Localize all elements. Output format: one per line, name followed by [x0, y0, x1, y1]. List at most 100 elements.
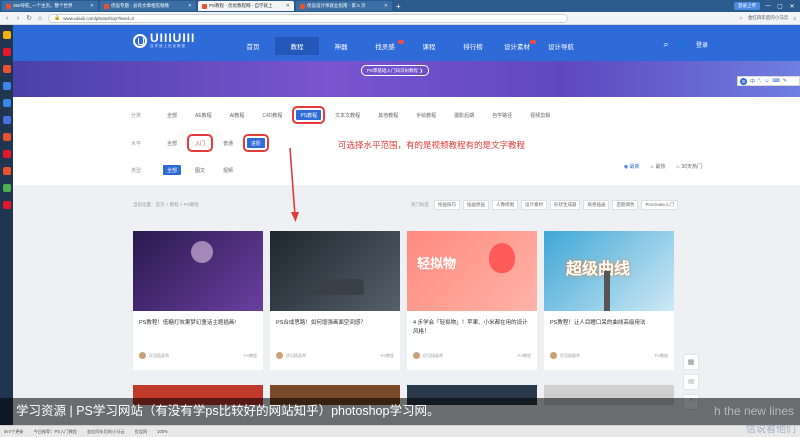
- nav-item[interactable]: 课程: [407, 37, 451, 55]
- weibo-icon[interactable]: [2, 48, 11, 56]
- avatar[interactable]: [413, 352, 420, 359]
- status-item[interactable]: 金红四年后的小马云: [87, 429, 125, 435]
- hot-tag[interactable]: 绘画技巧: [433, 200, 460, 210]
- card-category[interactable]: PS教程: [244, 353, 257, 359]
- category-option[interactable]: 手绘教程: [412, 110, 440, 120]
- news-icon[interactable]: [2, 65, 11, 73]
- browser-tab[interactable]: 优设专题 - 总有文章相见恨晚 ✕: [100, 1, 196, 11]
- ime-logo-icon[interactable]: S: [740, 77, 747, 85]
- category-option[interactable]: 全部: [163, 110, 181, 120]
- card-author[interactable]: 优设插画师: [286, 353, 306, 359]
- shop-icon[interactable]: [2, 150, 11, 158]
- new-tab-button[interactable]: +: [396, 2, 401, 11]
- close-tab-icon[interactable]: ✕: [90, 3, 94, 9]
- browser-tab[interactable]: 优设设计师就业指南 - 第 5 页 ✕: [296, 1, 392, 11]
- nav-item[interactable]: 首页: [231, 37, 275, 55]
- hot-tag[interactable]: 设计素材: [520, 200, 547, 210]
- status-item[interactable]: ⊞ 0个更新: [4, 429, 24, 435]
- browser-tab[interactable]: 360导航_一个主页，整个世界 ✕: [2, 1, 98, 11]
- hot-tag[interactable]: 插画原画: [462, 200, 489, 210]
- search-icon[interactable]: ⌕: [663, 39, 668, 50]
- hot-news-link[interactable]: 金红四年后的小马云: [748, 15, 789, 21]
- card-thumbnail[interactable]: 轻拟物: [407, 231, 537, 311]
- category-option[interactable]: 视频剪辑: [526, 110, 554, 120]
- card-title[interactable]: 4 步学会「轻拟物」！苹果、小米都在用的设计风格！: [413, 319, 531, 337]
- category-option[interactable]: AE教程: [191, 110, 216, 120]
- ime-keyboard-icon[interactable]: ⌨: [773, 78, 780, 84]
- mail-icon[interactable]: [2, 167, 11, 175]
- close-tab-icon[interactable]: ✕: [188, 3, 192, 9]
- qr-code-icon[interactable]: ▦: [683, 354, 699, 370]
- sort-option[interactable]: ♨ 30天热门: [676, 163, 702, 170]
- beginner-course-button[interactable]: PS零基础入门知识树教程 ❯: [361, 65, 430, 76]
- app-icon[interactable]: [2, 99, 11, 107]
- card-thumbnail[interactable]: 超级曲线: [544, 231, 674, 311]
- login-upload-button[interactable]: 登录上传: [734, 2, 760, 10]
- level-option[interactable]: 全部: [163, 138, 181, 148]
- tutorial-card[interactable]: 轻拟物 4 步学会「轻拟物」！苹果、小米都在用的设计风格！ 优设插画师 PS教程: [407, 231, 537, 370]
- favorites-icon[interactable]: [2, 31, 11, 39]
- translate-icon[interactable]: [2, 184, 11, 192]
- video-icon[interactable]: [2, 116, 11, 124]
- minimize-button[interactable]: —: [764, 3, 772, 9]
- type-option[interactable]: 全部: [163, 165, 182, 175]
- tutorial-card[interactable]: PS合成思路！如何增强画面空间感？ 优设插画师 PS教程: [270, 231, 400, 370]
- nav-item[interactable]: 找灵感: [363, 37, 407, 55]
- card-title[interactable]: PS合成思路！如何增强画面空间感？: [276, 319, 394, 328]
- hot-tag[interactable]: Procreate入门: [641, 200, 678, 210]
- forward-icon[interactable]: ›: [15, 15, 21, 22]
- ime-emoji-icon[interactable]: ☺: [764, 78, 769, 84]
- hot-tag[interactable]: 后期调色: [612, 200, 639, 210]
- game-icon[interactable]: [2, 133, 11, 141]
- type-option[interactable]: 图文: [191, 165, 209, 175]
- status-item[interactable]: 100%: [157, 429, 168, 434]
- user-icon[interactable]: 👤: [679, 41, 686, 48]
- avatar[interactable]: [550, 352, 557, 359]
- level-option[interactable]: 普通: [219, 138, 237, 148]
- category-option[interactable]: 摄影后期: [450, 110, 478, 120]
- url-field[interactable]: 🔒 www.uiiiuiii.com/photoshop?level=3: [48, 13, 568, 23]
- hot-tag[interactable]: 形状生成器: [549, 200, 581, 210]
- nav-item[interactable]: 神器: [319, 37, 363, 55]
- level-option[interactable]: 入门: [187, 134, 214, 152]
- close-window-button[interactable]: ✕: [788, 3, 796, 10]
- category-option[interactable]: 文本文教程: [331, 110, 364, 120]
- login-link[interactable]: 登录: [696, 40, 708, 49]
- nav-item[interactable]: 排行榜: [451, 37, 495, 55]
- card-category[interactable]: PS教程: [381, 353, 394, 359]
- category-option[interactable]: PS教程: [292, 106, 326, 124]
- home-icon[interactable]: ⌂: [37, 15, 43, 22]
- card-author[interactable]: 优设插画师: [149, 353, 169, 359]
- breadcrumb[interactable]: 当前位置：首页 > 教程 > PS教程: [133, 202, 199, 208]
- browser-tab-active[interactable]: PS教程 - 优优教程网 - 自学就上 ✕: [198, 1, 294, 11]
- nav-item[interactable]: 教程: [275, 37, 319, 55]
- category-option[interactable]: C4D教程: [258, 110, 286, 120]
- close-tab-icon[interactable]: ✕: [286, 3, 290, 9]
- hot-tag[interactable]: 人像修图: [491, 200, 518, 210]
- card-title[interactable]: PS教程！让人目瞪口呆的曲线高级用法: [550, 319, 668, 328]
- maximize-button[interactable]: ▢: [776, 3, 784, 10]
- sort-option[interactable]: ♨ 最热: [650, 163, 666, 170]
- tools-icon[interactable]: [2, 82, 11, 90]
- card-title[interactable]: PS教程！低糖灯效果梦幻童话主题插画!: [139, 319, 257, 328]
- close-tab-icon[interactable]: ✕: [384, 3, 388, 9]
- menu-icon[interactable]: ≡: [793, 16, 796, 21]
- nav-item[interactable]: 设计素材: [495, 37, 539, 55]
- card-author[interactable]: 优设插画师: [560, 353, 580, 359]
- category-option[interactable]: AI教程: [226, 110, 249, 120]
- status-item[interactable]: 优设网: [135, 429, 148, 435]
- card-author[interactable]: 优设插画师: [423, 353, 443, 359]
- nav-item[interactable]: 设计导航: [539, 37, 583, 55]
- tutorial-card[interactable]: PS教程！低糖灯效果梦幻童话主题插画! 优设插画师 PS教程: [133, 231, 263, 370]
- ime-handwrite-icon[interactable]: ✎: [783, 78, 787, 84]
- avatar[interactable]: [276, 352, 283, 359]
- site-logo[interactable]: UIIIUIII 自学就上优优教程: [133, 32, 195, 49]
- category-option[interactable]: 自学路径: [488, 110, 516, 120]
- ime-punctuation-toggle[interactable]: °,: [758, 78, 761, 84]
- ime-chinese-toggle[interactable]: 中: [750, 78, 755, 85]
- hot-tag[interactable]: 质感插画: [583, 200, 610, 210]
- type-option[interactable]: 视频: [219, 165, 237, 175]
- refresh-icon[interactable]: ↻: [26, 14, 32, 22]
- card-category[interactable]: PS教程: [518, 353, 531, 359]
- card-category[interactable]: PS教程: [655, 353, 668, 359]
